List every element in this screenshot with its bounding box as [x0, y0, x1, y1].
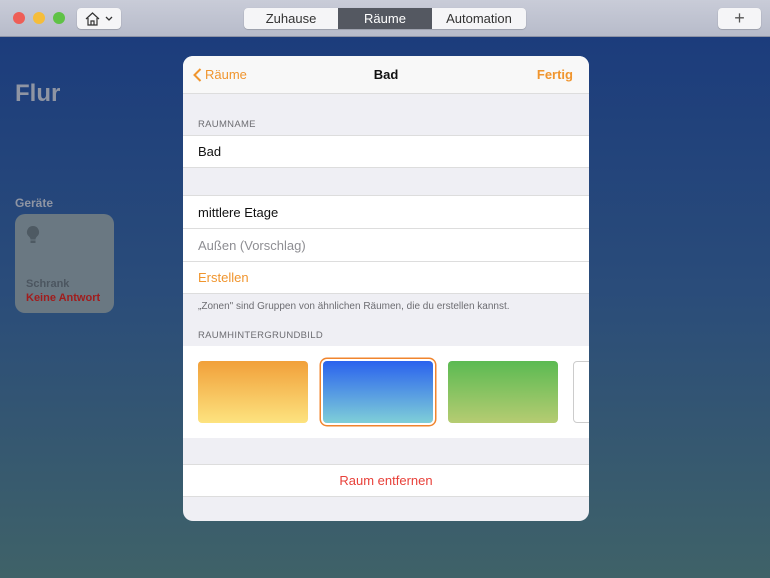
title-bar: Zuhause Räume Automation +	[0, 0, 770, 37]
devices-label: Geräte	[15, 196, 54, 210]
room-name-header: RAUMNAME	[198, 119, 256, 130]
zone-item[interactable]: mittlere Etage	[183, 195, 589, 228]
room-title: Flur	[15, 80, 61, 107]
tab-automation[interactable]: Automation	[432, 8, 526, 29]
view-tabs: Zuhause Räume Automation	[244, 8, 526, 29]
wallpaper-header: RAUMHINTERGRUNDBILD	[198, 330, 323, 341]
wallpaper-orange[interactable]	[198, 361, 308, 423]
room-settings-dialog: Räume Bad Fertig RAUMNAME Bad mittlere E…	[183, 56, 589, 521]
zone-suggestion[interactable]: Außen (Vorschlag)	[183, 228, 589, 261]
device-name: Schrank	[26, 278, 70, 290]
add-button[interactable]: +	[718, 8, 761, 29]
wallpaper-green[interactable]	[448, 361, 558, 423]
home-menu-button[interactable]	[77, 8, 121, 29]
house-icon	[85, 11, 100, 26]
remove-room-button[interactable]: Raum entfernen	[183, 464, 589, 497]
room-name-input[interactable]: Bad	[183, 135, 589, 168]
lightbulb-icon	[26, 226, 40, 243]
create-zone-button[interactable]: Erstellen	[183, 261, 589, 294]
tab-raeume[interactable]: Räume	[338, 8, 432, 29]
dialog-header: Räume Bad Fertig	[183, 56, 589, 94]
minimize-button[interactable]	[33, 12, 45, 24]
close-button[interactable]	[13, 12, 25, 24]
device-tile[interactable]: Schrank Keine Antwort	[15, 214, 114, 313]
zoom-button[interactable]	[53, 12, 65, 24]
wallpaper-blue-selected[interactable]	[323, 361, 433, 423]
wallpaper-custom[interactable]	[573, 361, 589, 423]
done-button[interactable]: Fertig	[537, 67, 573, 82]
chevron-down-icon	[105, 16, 113, 21]
tab-zuhause[interactable]: Zuhause	[244, 8, 338, 29]
zones-footer: „Zonen" sind Gruppen von ähnlichen Räume…	[198, 301, 510, 312]
device-status: Keine Antwort	[26, 292, 101, 304]
dialog-title: Bad	[373, 67, 399, 82]
wallpaper-picker	[183, 346, 589, 438]
